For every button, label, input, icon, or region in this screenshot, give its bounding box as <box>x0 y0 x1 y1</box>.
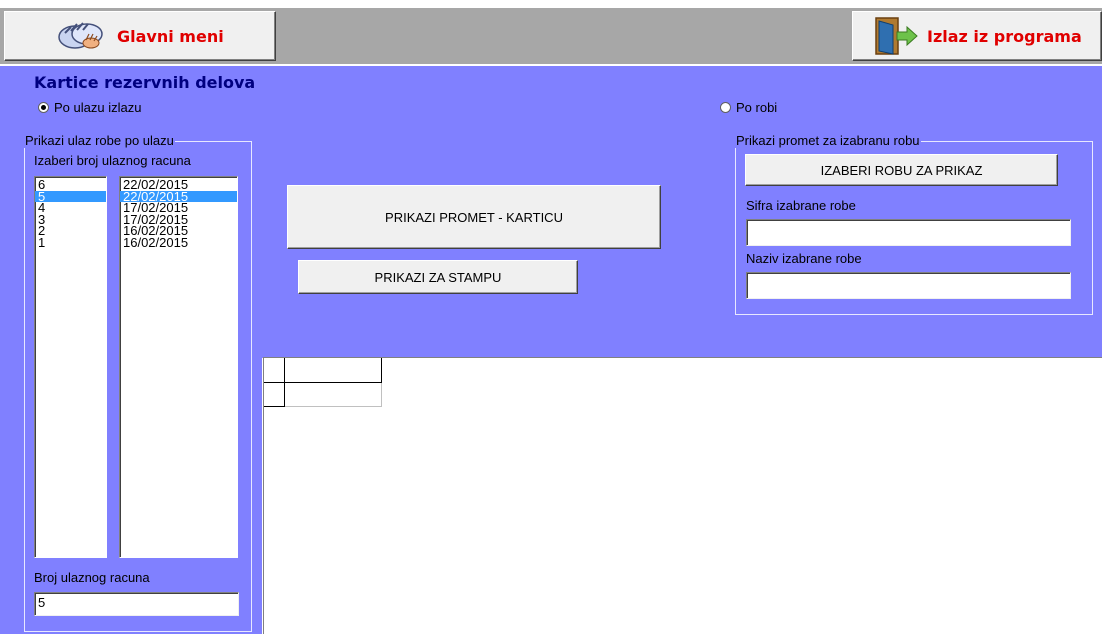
grid-row-header[interactable] <box>264 383 285 407</box>
goods-code-label: Sifra izabrane robe <box>746 198 856 213</box>
radio-by-entry-label: Po ulazu izlazu <box>54 100 142 115</box>
radio-by-goods-label: Po robi <box>736 100 778 115</box>
entry-number-item[interactable]: 4 <box>35 201 106 213</box>
choose-goods-button[interactable]: IZABERI ROBU ZA PRIKAZ <box>745 154 1058 186</box>
entry-date-item[interactable]: 16/02/2015 <box>120 236 237 248</box>
select-entry-label: Izaberi broj ulaznog racuna <box>34 153 191 168</box>
entry-number-item[interactable]: 3 <box>35 213 106 225</box>
radio-by-goods[interactable]: Po robi <box>720 100 777 115</box>
entry-number-label: Broj ulaznog racuna <box>34 570 150 585</box>
radio-unselected-icon <box>720 102 731 113</box>
goods-name-field[interactable] <box>746 272 1071 299</box>
exit-program-label: Izlaz iz programa <box>927 26 1082 46</box>
grid-cell[interactable] <box>285 383 382 407</box>
main-menu-label: Glavni meni <box>117 26 224 46</box>
goods-code-field[interactable] <box>746 219 1071 246</box>
exit-program-button[interactable]: Izlaz iz programa <box>852 11 1102 61</box>
show-card-button[interactable]: PRIKAZI PROMET - KARTICU <box>287 185 661 249</box>
entry-number-item[interactable]: 5 <box>35 190 106 202</box>
entry-number-field[interactable]: 5 <box>34 592 239 616</box>
entry-number-item[interactable]: 1 <box>35 236 106 248</box>
goods-group-legend: Prikazi promet za izabranu robu <box>736 133 920 148</box>
radio-by-entry[interactable]: Po ulazu izlazu <box>38 100 141 115</box>
goods-name-label: Naziv izabrane robe <box>746 251 862 266</box>
grid-corner-cell <box>264 358 285 383</box>
hands-icon <box>55 19 107 53</box>
results-grid[interactable] <box>263 357 1102 634</box>
entry-number-item[interactable]: 6 <box>35 178 106 190</box>
entry-group-legend: Prikazi ulaz robe po ulazu <box>25 133 174 148</box>
grid-header-cell[interactable] <box>285 358 382 383</box>
print-button[interactable]: PRIKAZI ZA STAMPU <box>298 260 578 294</box>
exit-door-icon <box>873 16 919 56</box>
entry-number-item[interactable]: 2 <box>35 224 106 236</box>
form-title: Kartice rezervnih delova <box>34 73 256 92</box>
radio-selected-icon <box>38 102 49 113</box>
entry-number-listbox[interactable]: 654321 <box>34 176 107 558</box>
entry-date-listbox[interactable]: 22/02/2015 22/02/2015 17/02/2015 17/02/2015… <box>119 176 238 558</box>
main-menu-button[interactable]: Glavni meni <box>4 11 276 61</box>
